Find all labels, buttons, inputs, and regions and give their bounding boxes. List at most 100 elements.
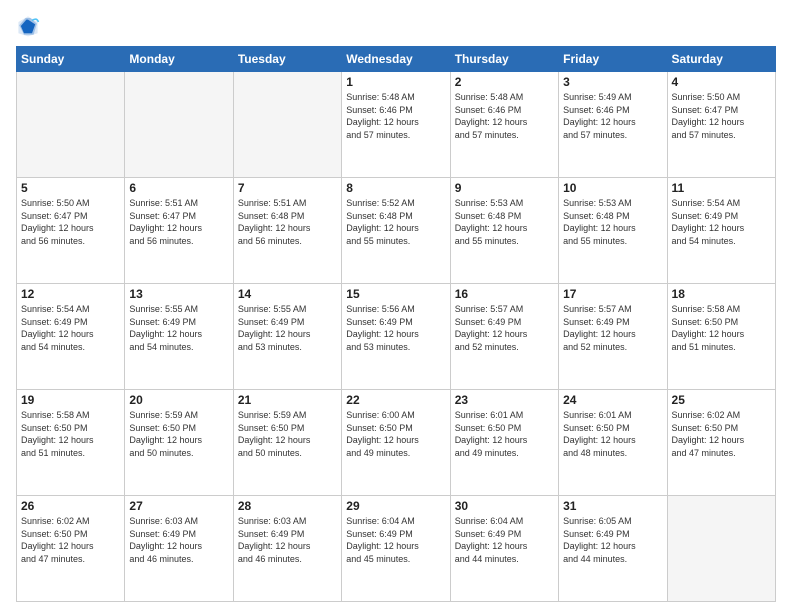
day-number: 12 <box>21 287 120 301</box>
logo-icon <box>16 14 40 38</box>
page: SundayMondayTuesdayWednesdayThursdayFrid… <box>0 0 792 612</box>
day-info: Sunrise: 5:51 AM Sunset: 6:47 PM Dayligh… <box>129 197 228 247</box>
day-info: Sunrise: 5:53 AM Sunset: 6:48 PM Dayligh… <box>455 197 554 247</box>
day-number: 23 <box>455 393 554 407</box>
day-info: Sunrise: 6:04 AM Sunset: 6:49 PM Dayligh… <box>346 515 445 565</box>
header <box>16 14 776 38</box>
day-number: 17 <box>563 287 662 301</box>
calendar-cell <box>667 496 775 602</box>
day-number: 3 <box>563 75 662 89</box>
calendar-cell: 19Sunrise: 5:58 AM Sunset: 6:50 PM Dayli… <box>17 390 125 496</box>
day-info: Sunrise: 5:50 AM Sunset: 6:47 PM Dayligh… <box>672 91 771 141</box>
calendar-cell <box>17 72 125 178</box>
day-number: 1 <box>346 75 445 89</box>
calendar-cell: 12 Sunrise: 5:54 AM Sunset: 6:49 PM Dayli… <box>17 284 125 390</box>
calendar-cell: 21 Sunrise: 5:59 AM Sunset: 6:50 PM Dayli… <box>233 390 341 496</box>
day-number: 7 <box>238 181 337 195</box>
day-number: 29 <box>346 499 445 513</box>
calendar-cell <box>233 72 341 178</box>
week-row-4: 26 Sunrise: 6:02 AM Sunset: 6:50 PM Dayli… <box>17 496 776 602</box>
calendar-cell: 28 Sunrise: 6:03 AM Sunset: 6:49 PM Dayli… <box>233 496 341 602</box>
calendar-cell: 24Sunrise: 6:01 AM Sunset: 6:50 PM Dayli… <box>559 390 667 496</box>
calendar-cell: 20 Sunrise: 5:59 AM Sunset: 6:50 PM Dayli… <box>125 390 233 496</box>
day-info: Sunrise: 6:04 AM Sunset: 6:49 PM Dayligh… <box>455 515 554 565</box>
day-header-tuesday: Tuesday <box>233 47 341 72</box>
day-info: Sunrise: 5:58 AM Sunset: 6:50 PM Dayligh… <box>21 409 120 459</box>
logo <box>16 14 44 38</box>
calendar-cell: 3 Sunrise: 5:49 AM Sunset: 6:46 PM Daylig… <box>559 72 667 178</box>
calendar-cell: 8Sunrise: 5:52 AM Sunset: 6:48 PM Daylig… <box>342 178 450 284</box>
day-info: Sunrise: 6:05 AM Sunset: 6:49 PM Dayligh… <box>563 515 662 565</box>
calendar-cell: 2Sunrise: 5:48 AM Sunset: 6:46 PM Daylig… <box>450 72 558 178</box>
calendar-cell: 22Sunrise: 6:00 AM Sunset: 6:50 PM Dayli… <box>342 390 450 496</box>
day-info: Sunrise: 6:02 AM Sunset: 6:50 PM Dayligh… <box>21 515 120 565</box>
day-info: Sunrise: 5:59 AM Sunset: 6:50 PM Dayligh… <box>129 409 228 459</box>
day-info: Sunrise: 5:55 AM Sunset: 6:49 PM Dayligh… <box>238 303 337 353</box>
day-number: 30 <box>455 499 554 513</box>
calendar-cell: 14Sunrise: 5:55 AM Sunset: 6:49 PM Dayli… <box>233 284 341 390</box>
day-info: Sunrise: 5:51 AM Sunset: 6:48 PM Dayligh… <box>238 197 337 247</box>
calendar-cell: 1 Sunrise: 5:48 AM Sunset: 6:46 PM Daylig… <box>342 72 450 178</box>
calendar-cell: 31 Sunrise: 6:05 AM Sunset: 6:49 PM Dayli… <box>559 496 667 602</box>
week-row-2: 12 Sunrise: 5:54 AM Sunset: 6:49 PM Dayli… <box>17 284 776 390</box>
day-info: Sunrise: 5:50 AM Sunset: 6:47 PM Dayligh… <box>21 197 120 247</box>
calendar-cell: 27 Sunrise: 6:03 AM Sunset: 6:49 PM Dayli… <box>125 496 233 602</box>
day-number: 28 <box>238 499 337 513</box>
day-info: Sunrise: 5:55 AM Sunset: 6:49 PM Dayligh… <box>129 303 228 353</box>
day-info: Sunrise: 5:59 AM Sunset: 6:50 PM Dayligh… <box>238 409 337 459</box>
day-info: Sunrise: 5:57 AM Sunset: 6:49 PM Dayligh… <box>563 303 662 353</box>
day-info: Sunrise: 6:03 AM Sunset: 6:49 PM Dayligh… <box>129 515 228 565</box>
day-header-thursday: Thursday <box>450 47 558 72</box>
week-row-3: 19Sunrise: 5:58 AM Sunset: 6:50 PM Dayli… <box>17 390 776 496</box>
day-info: Sunrise: 6:03 AM Sunset: 6:49 PM Dayligh… <box>238 515 337 565</box>
day-info: Sunrise: 6:00 AM Sunset: 6:50 PM Dayligh… <box>346 409 445 459</box>
calendar-cell: 10 Sunrise: 5:53 AM Sunset: 6:48 PM Dayli… <box>559 178 667 284</box>
day-info: Sunrise: 5:58 AM Sunset: 6:50 PM Dayligh… <box>672 303 771 353</box>
calendar-cell: 29 Sunrise: 6:04 AM Sunset: 6:49 PM Dayli… <box>342 496 450 602</box>
day-info: Sunrise: 5:48 AM Sunset: 6:46 PM Dayligh… <box>346 91 445 141</box>
day-number: 18 <box>672 287 771 301</box>
day-number: 13 <box>129 287 228 301</box>
calendar-cell: 5Sunrise: 5:50 AM Sunset: 6:47 PM Daylig… <box>17 178 125 284</box>
day-number: 27 <box>129 499 228 513</box>
day-number: 4 <box>672 75 771 89</box>
day-info: Sunrise: 5:52 AM Sunset: 6:48 PM Dayligh… <box>346 197 445 247</box>
day-header-monday: Monday <box>125 47 233 72</box>
calendar-cell: 23 Sunrise: 6:01 AM Sunset: 6:50 PM Dayli… <box>450 390 558 496</box>
day-info: Sunrise: 6:02 AM Sunset: 6:50 PM Dayligh… <box>672 409 771 459</box>
calendar-cell: 11Sunrise: 5:54 AM Sunset: 6:49 PM Dayli… <box>667 178 775 284</box>
calendar-cell: 30 Sunrise: 6:04 AM Sunset: 6:49 PM Dayli… <box>450 496 558 602</box>
week-row-1: 5Sunrise: 5:50 AM Sunset: 6:47 PM Daylig… <box>17 178 776 284</box>
calendar-cell: 25 Sunrise: 6:02 AM Sunset: 6:50 PM Dayli… <box>667 390 775 496</box>
day-info: Sunrise: 5:57 AM Sunset: 6:49 PM Dayligh… <box>455 303 554 353</box>
day-info: Sunrise: 6:01 AM Sunset: 6:50 PM Dayligh… <box>563 409 662 459</box>
day-number: 31 <box>563 499 662 513</box>
calendar: SundayMondayTuesdayWednesdayThursdayFrid… <box>16 46 776 602</box>
calendar-cell: 6 Sunrise: 5:51 AM Sunset: 6:47 PM Daylig… <box>125 178 233 284</box>
day-info: Sunrise: 5:53 AM Sunset: 6:48 PM Dayligh… <box>563 197 662 247</box>
day-number: 26 <box>21 499 120 513</box>
day-number: 9 <box>455 181 554 195</box>
day-info: Sunrise: 6:01 AM Sunset: 6:50 PM Dayligh… <box>455 409 554 459</box>
calendar-header-row: SundayMondayTuesdayWednesdayThursdayFrid… <box>17 47 776 72</box>
day-number: 21 <box>238 393 337 407</box>
day-info: Sunrise: 5:49 AM Sunset: 6:46 PM Dayligh… <box>563 91 662 141</box>
calendar-cell: 9 Sunrise: 5:53 AM Sunset: 6:48 PM Daylig… <box>450 178 558 284</box>
day-number: 10 <box>563 181 662 195</box>
day-number: 20 <box>129 393 228 407</box>
calendar-cell: 4 Sunrise: 5:50 AM Sunset: 6:47 PM Daylig… <box>667 72 775 178</box>
day-number: 6 <box>129 181 228 195</box>
calendar-cell: 13 Sunrise: 5:55 AM Sunset: 6:49 PM Dayli… <box>125 284 233 390</box>
calendar-cell <box>125 72 233 178</box>
day-header-saturday: Saturday <box>667 47 775 72</box>
day-number: 16 <box>455 287 554 301</box>
calendar-cell: 26 Sunrise: 6:02 AM Sunset: 6:50 PM Dayli… <box>17 496 125 602</box>
calendar-cell: 16 Sunrise: 5:57 AM Sunset: 6:49 PM Dayli… <box>450 284 558 390</box>
day-number: 25 <box>672 393 771 407</box>
day-number: 15 <box>346 287 445 301</box>
day-info: Sunrise: 5:54 AM Sunset: 6:49 PM Dayligh… <box>21 303 120 353</box>
calendar-cell: 18 Sunrise: 5:58 AM Sunset: 6:50 PM Dayli… <box>667 284 775 390</box>
calendar-cell: 7 Sunrise: 5:51 AM Sunset: 6:48 PM Daylig… <box>233 178 341 284</box>
day-number: 2 <box>455 75 554 89</box>
day-info: Sunrise: 5:56 AM Sunset: 6:49 PM Dayligh… <box>346 303 445 353</box>
